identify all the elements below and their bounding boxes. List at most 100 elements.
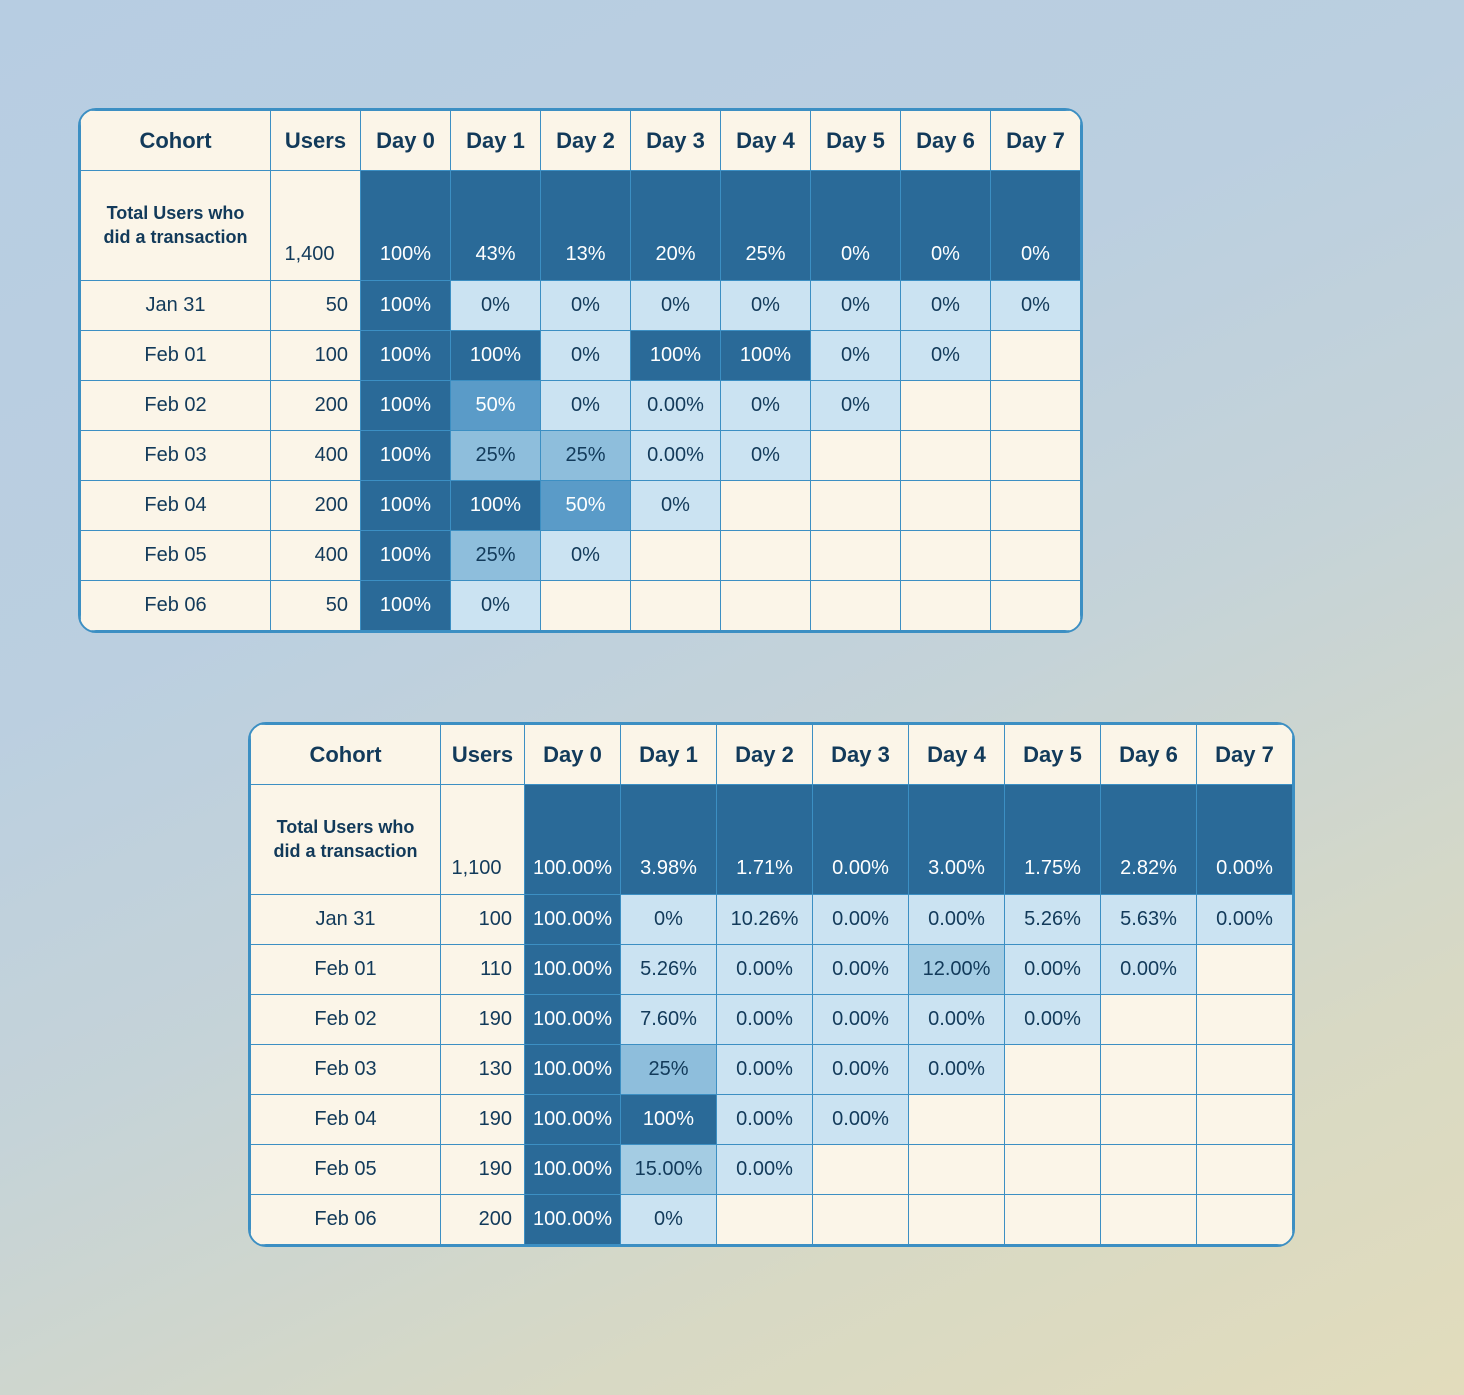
table-row: Feb 04200100%100%50%0% [81,481,1081,531]
header-users: Users [441,725,525,785]
heat-cell [1197,1095,1293,1145]
heat-cell [909,1195,1005,1245]
heat-cell: 5.26% [1005,895,1101,945]
total-row-cell: 13% [541,171,631,281]
heat-cell: 0.00% [909,1045,1005,1095]
heat-cell: 100% [361,381,451,431]
heat-cell: 0.00% [717,1095,813,1145]
heat-cell: 5.26% [621,945,717,995]
table-row: Feb 0650100%0% [81,581,1081,631]
table-row: Feb 03400100%25%25%0.00%0% [81,431,1081,481]
header-day: Day 1 [451,111,541,171]
heat-cell [1101,995,1197,1045]
header-day: Day 6 [1101,725,1197,785]
heat-cell [1197,995,1293,1045]
heat-cell: 0% [621,895,717,945]
heat-cell: 0% [541,331,631,381]
table-row: Feb 03130100.00%25%0.00%0.00%0.00% [251,1045,1293,1095]
heat-cell: 0% [901,331,991,381]
table-row: Feb 05190100.00%15.00%0.00% [251,1145,1293,1195]
row-cohort-label: Feb 05 [81,531,271,581]
heat-cell [991,381,1081,431]
heat-cell [721,581,811,631]
heat-cell: 100% [361,281,451,331]
total-row-users: 1,400 [271,171,361,281]
heat-cell: 25% [451,531,541,581]
row-users: 200 [271,381,361,431]
row-users: 190 [441,1145,525,1195]
heat-cell: 0% [451,281,541,331]
heat-cell [811,531,901,581]
heat-cell: 0% [541,381,631,431]
total-row-cell: 100.00% [525,785,621,895]
heat-cell [813,1195,909,1245]
total-row-cell: 2.82% [1101,785,1197,895]
heat-cell: 0.00% [717,1045,813,1095]
heat-cell [991,481,1081,531]
heat-cell [1101,1195,1197,1245]
total-row-cell: 3.98% [621,785,717,895]
heat-cell: 0.00% [1005,945,1101,995]
cohort-table-1-grid: CohortUsersDay 0Day 1Day 2Day 3Day 4Day … [80,110,1081,631]
heat-cell [909,1145,1005,1195]
heat-cell: 0% [621,1195,717,1245]
heat-cell: 100.00% [525,1095,621,1145]
row-cohort-label: Feb 02 [81,381,271,431]
heat-cell: 100% [721,331,811,381]
heat-cell: 100.00% [525,1045,621,1095]
heat-cell [991,331,1081,381]
heat-cell: 0.00% [813,945,909,995]
heat-cell: 100% [451,331,541,381]
heat-cell [991,431,1081,481]
heat-cell [1197,1045,1293,1095]
row-cohort-label: Feb 05 [251,1145,441,1195]
heat-cell: 0% [631,281,721,331]
total-row-cell: 1.75% [1005,785,1101,895]
heat-cell: 100% [361,331,451,381]
heat-cell: 0.00% [1101,945,1197,995]
heat-cell: 50% [541,481,631,531]
row-cohort-label: Feb 03 [251,1045,441,1095]
heat-cell: 25% [621,1045,717,1095]
row-cohort-label: Jan 31 [81,281,271,331]
header-day: Day 6 [901,111,991,171]
table-row: Feb 05400100%25%0% [81,531,1081,581]
heat-cell: 0.00% [631,431,721,481]
heat-cell: 0% [541,531,631,581]
table-row: Feb 06200100.00%0% [251,1195,1293,1245]
header-cohort: Cohort [251,725,441,785]
heat-cell: 100% [361,481,451,531]
heat-cell [909,1095,1005,1145]
total-row-label: Total Users who did a transaction [81,171,271,281]
heat-cell [1197,1195,1293,1245]
heat-cell [721,481,811,531]
header-day: Day 4 [909,725,1005,785]
heat-cell: 100.00% [525,895,621,945]
heat-cell [631,581,721,631]
header-day: Day 3 [631,111,721,171]
heat-cell: 0% [721,431,811,481]
heat-cell: 100% [361,581,451,631]
table-row: Feb 01100100%100%0%100%100%0%0% [81,331,1081,381]
table-row: Feb 04190100.00%100%0.00%0.00% [251,1095,1293,1145]
heat-cell: 7.60% [621,995,717,1045]
heat-cell: 100.00% [525,1145,621,1195]
header-day: Day 0 [525,725,621,785]
cohort-table-2: CohortUsersDay 0Day 1Day 2Day 3Day 4Day … [248,722,1295,1247]
heat-cell: 100% [631,331,721,381]
table-row: Jan 31100100.00%0%10.26%0.00%0.00%5.26%5… [251,895,1293,945]
heat-cell [1005,1095,1101,1145]
heat-cell: 0.00% [717,945,813,995]
row-cohort-label: Jan 31 [251,895,441,945]
heat-cell [1005,1045,1101,1095]
heat-cell: 100% [361,431,451,481]
heat-cell: 0% [811,281,901,331]
heat-cell: 0% [811,381,901,431]
table-body: Total Users who did a transaction1,10010… [251,785,1293,1245]
heat-cell: 100.00% [525,995,621,1045]
heat-cell: 25% [451,431,541,481]
row-users: 50 [271,581,361,631]
row-users: 100 [441,895,525,945]
table-body: Total Users who did a transaction1,40010… [81,171,1081,631]
cohort-table-2-grid: CohortUsersDay 0Day 1Day 2Day 3Day 4Day … [250,724,1293,1245]
